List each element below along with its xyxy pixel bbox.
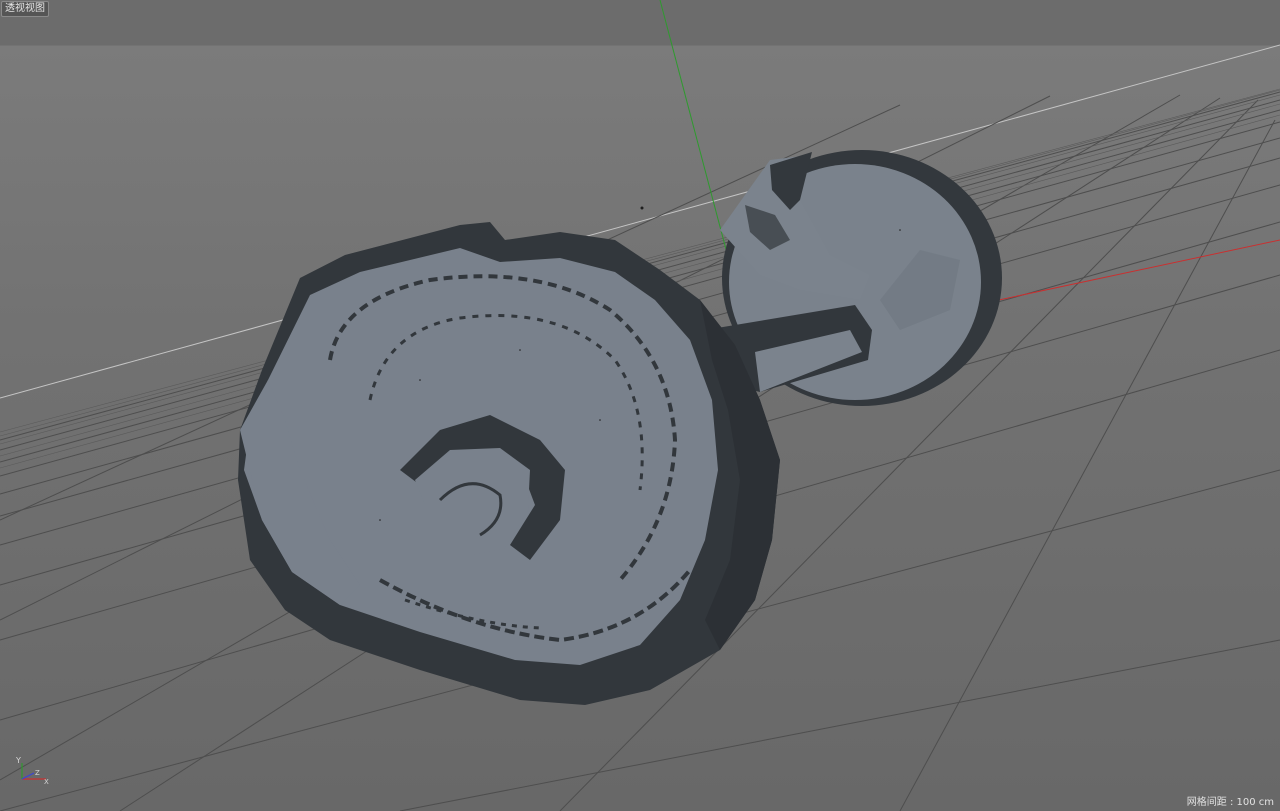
scene-canvas[interactable] — [0, 0, 1280, 811]
gizmo-x-label: X — [44, 778, 49, 785]
grid-spacing-readout: 网格间距 : 100 cm — [1186, 797, 1274, 808]
viewport-title[interactable]: 透视视图 — [1, 1, 49, 17]
gizmo-y-label: Y — [15, 756, 21, 765]
front-voxel-wheel — [238, 222, 780, 705]
gizmo-z-label: Z — [35, 769, 40, 777]
axis-gizmo: Y Z X — [15, 756, 49, 785]
perspective-viewport[interactable]: 透视视图 Y Z X 网格间距 : 100 cm — [0, 0, 1280, 811]
